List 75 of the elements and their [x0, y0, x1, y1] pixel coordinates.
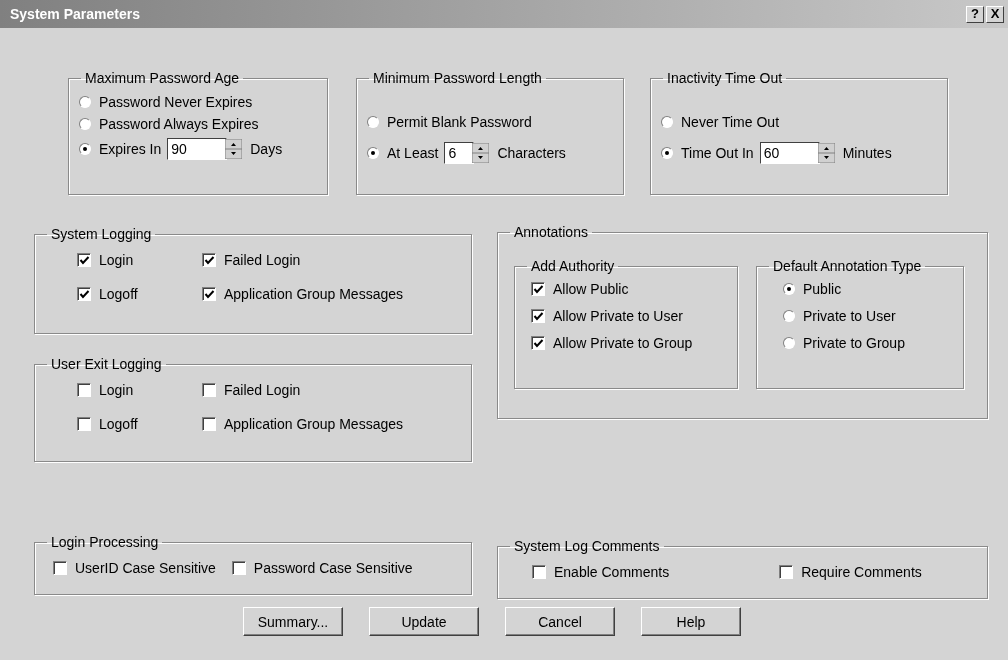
checkbox[interactable] — [531, 309, 545, 323]
checkbox-label: Enable Comments — [554, 564, 670, 580]
dialog-button[interactable]: Update — [369, 607, 479, 636]
option-label: Permit Blank Password — [387, 114, 532, 130]
option-label: Private to Group — [803, 335, 905, 351]
group-title: Inactivity Time Out — [666, 70, 784, 86]
spinner-button[interactable] — [225, 139, 243, 159]
radio-button[interactable] — [367, 147, 379, 159]
checkbox-label: Application Group Messages — [224, 416, 403, 432]
spinner-button[interactable] — [472, 143, 490, 163]
checkbox-label: Allow Private to User — [553, 308, 683, 324]
checkbox[interactable] — [779, 565, 794, 579]
group-title: Login Processing — [50, 534, 160, 550]
checkbox-label: Allow Public — [553, 281, 629, 297]
help-button[interactable]: ? — [966, 5, 984, 23]
window-title: System Parameters — [10, 6, 140, 22]
number-field[interactable]: 6 — [444, 142, 475, 164]
checkbox-label: Require Comments — [801, 564, 922, 580]
radio-button[interactable] — [783, 283, 795, 295]
unit-label: Minutes — [842, 145, 892, 161]
group-title: Maximum Password Age — [84, 70, 241, 86]
checkbox-label: Login — [99, 252, 134, 268]
checkbox-label: Logoff — [99, 286, 138, 302]
checkbox-label: Application Group Messages — [224, 286, 403, 302]
checkbox-label: Allow Private to Group — [553, 335, 693, 351]
radio-button[interactable] — [79, 96, 91, 108]
group-title: Minimum Password Length — [372, 70, 543, 86]
number-field[interactable]: 60 — [759, 142, 820, 164]
group-title: Add Authority — [530, 258, 616, 274]
checkbox-label: Failed Login — [224, 252, 301, 268]
checkbox[interactable] — [202, 383, 216, 397]
checkbox[interactable] — [532, 565, 546, 579]
option-label: Expires In — [99, 141, 162, 157]
checkbox[interactable] — [531, 282, 545, 296]
radio-button[interactable] — [367, 116, 379, 128]
radio-button[interactable] — [783, 337, 795, 349]
checkbox[interactable] — [53, 561, 67, 575]
option-label: Password Never Expires — [99, 94, 253, 110]
radio-button[interactable] — [661, 116, 673, 128]
unit-label: Characters — [497, 145, 566, 161]
checkbox[interactable] — [202, 417, 216, 431]
number-field[interactable]: 90 — [167, 138, 228, 160]
checkbox[interactable] — [202, 287, 216, 301]
option-label: Never Time Out — [681, 114, 780, 130]
radio-button[interactable] — [783, 310, 795, 322]
checkbox-label: UserID Case Sensitive — [75, 560, 216, 576]
dialog-button[interactable]: Help — [641, 607, 741, 636]
checkbox[interactable] — [77, 383, 91, 397]
radio-button[interactable] — [79, 118, 91, 130]
unit-label: Days — [250, 141, 283, 157]
checkbox-label: Failed Login — [224, 382, 301, 398]
group-title: System Log Comments — [513, 538, 661, 554]
dialog-button[interactable]: Cancel — [505, 607, 615, 636]
option-label: At Least — [387, 145, 439, 161]
checkbox[interactable] — [77, 417, 91, 431]
checkbox[interactable] — [77, 253, 91, 267]
checkbox-label: Password Case Sensitive — [253, 560, 413, 576]
option-label: Time Out In — [681, 145, 754, 161]
group-title: System Logging — [50, 226, 153, 242]
checkbox-label: Logoff — [99, 416, 138, 432]
close-button[interactable]: X — [986, 5, 1004, 23]
checkbox[interactable] — [77, 287, 91, 301]
group-title: User Exit Logging — [50, 356, 163, 372]
option-label: Private to User — [803, 308, 896, 324]
group-title: Default Annotation Type — [772, 258, 923, 274]
dialog-button[interactable]: Summary... — [243, 607, 343, 636]
checkbox[interactable] — [531, 336, 545, 350]
checkbox-label: Login — [99, 382, 134, 398]
option-label: Password Always Expires — [99, 116, 259, 132]
checkbox[interactable] — [231, 561, 246, 575]
option-label: Public — [803, 281, 842, 297]
group-title: Annotations — [513, 224, 589, 240]
checkbox[interactable] — [202, 253, 216, 267]
radio-button[interactable] — [661, 147, 673, 159]
radio-button[interactable] — [79, 143, 91, 155]
